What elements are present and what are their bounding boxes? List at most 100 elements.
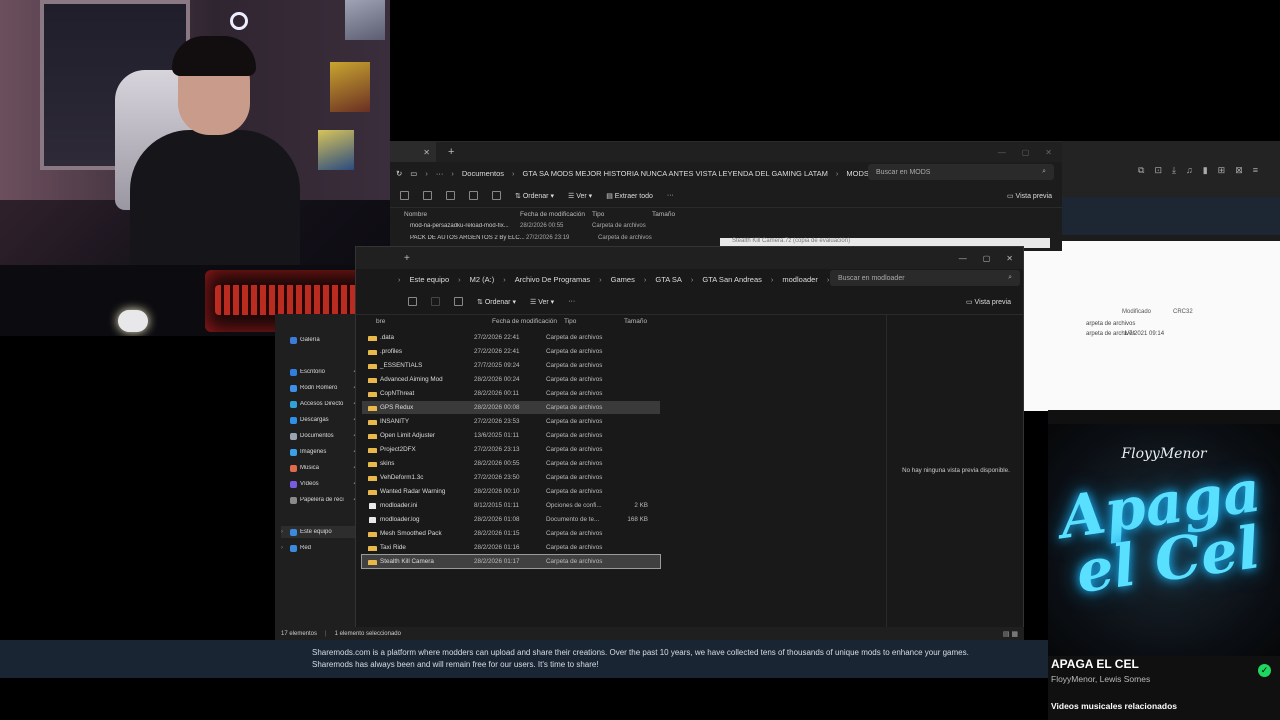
breadcrumb-item[interactable]: modloader [782,275,817,284]
search-input[interactable]: Buscar en MODS ⌕ [868,164,1054,180]
column-size[interactable]: Tamaño [652,211,675,218]
file-row[interactable]: CopNThreat 28/2/2026 00:11 Carpeta de arch… [362,387,660,400]
sort-button[interactable]: ⇅ Ordenar ▾ [515,192,554,200]
chevron-right-icon: › [643,274,647,284]
sidebar-item-network[interactable]: › Red [281,542,355,554]
sidebar-item-desktop[interactable]: Escritorio✦ [290,366,364,378]
breadcrumb-item[interactable]: Games [611,275,635,284]
refresh-icon[interactable]: ↻ [396,169,402,178]
file-row[interactable]: .data 27/2/2026 22:41 Carpeta de archivos [362,331,660,344]
column-type[interactable]: Tipo [592,211,652,218]
more-crumbs-icon[interactable]: ··· [436,169,444,178]
breadcrumb-item[interactable]: GTA SA MODS MEJOR HISTORIA NUNCA ANTES V… [523,169,828,178]
maximize-button[interactable]: ▢ [983,254,991,263]
file-row[interactable]: Project2DFX 27/2/2026 23:13 Carpeta de arc… [362,443,660,456]
view-toggle[interactable]: ▤ ▦ [1003,630,1024,638]
extension-icon[interactable]: ⧉ [1138,165,1144,176]
breadcrumb-item[interactable]: MODS [846,169,869,178]
preview-toggle[interactable]: ▭ Vista previa [1007,192,1062,200]
minimize-button[interactable]: — [998,148,1006,157]
file-row[interactable]: _ESSENTIALS 27/7/2025 09:24 Carpeta de arc… [362,359,660,372]
file-name: CopNThreat [380,390,415,397]
chevron-right-icon[interactable]: › [281,529,287,535]
new-tab-button[interactable]: + [448,146,454,158]
close-button[interactable]: ✕ [1006,254,1013,263]
download-icon[interactable]: ⤓ [1172,165,1176,176]
file-row[interactable]: Advanced Aiming Mod 28/2/2026 00:24 Carpet… [362,373,660,386]
column-date[interactable]: Fecha de modificación [492,318,564,325]
column-name[interactable]: bre [376,318,492,325]
sidebar-item-label: Música [300,465,320,471]
breadcrumb-item[interactable]: M2 (A:) [470,275,495,284]
delete-icon[interactable] [492,191,501,200]
sidebar-item-downloads[interactable]: Descargas✦ [290,414,364,426]
share-icon[interactable] [469,191,478,200]
sidebar-item-gallery[interactable]: Galería [290,334,364,346]
sidebar-item-quick-access[interactable]: Accesos Directo✦ [290,398,364,410]
file-row[interactable]: GPS Redux 28/2/2026 00:08 Carpeta de archi… [362,401,660,414]
delete-icon[interactable] [454,297,463,306]
column-modified[interactable]: Modificado [1122,309,1151,315]
file-row[interactable]: VehDeform1.3c 27/2/2026 23:50 Carpeta de a… [362,471,660,484]
preview-toggle[interactable]: ▭ Vista previa [966,298,1023,306]
sidebar-item-documents[interactable]: Documentos✦ [290,430,364,442]
more-options-icon[interactable]: ··· [667,192,674,199]
extension-icon[interactable]: ⊞ [1218,165,1226,176]
sidebar-item-music[interactable]: Música✦ [290,462,364,474]
file-row[interactable]: Stealth Kill Camera 28/2/2026 01:17 Carpet… [361,554,661,569]
song-artists[interactable]: FloyyMenor, Lewis Somes [1051,674,1150,684]
extension-icon[interactable]: ⊠ [1235,165,1243,176]
file-row[interactable]: modloader.ini 8/12/2015 01:11 Opciones de … [362,499,660,512]
sidebar-icon[interactable]: ▮ [1203,165,1208,176]
breadcrumb-item[interactable]: Documentos [462,169,504,178]
breadcrumb-item[interactable]: Este equipo [410,275,450,284]
breadcrumb-item[interactable]: Archivo De Programas [515,275,590,284]
column-size[interactable]: Tamaño [624,318,647,325]
music-icon[interactable]: ♫ [1186,165,1193,176]
close-button[interactable]: ✕ [1045,148,1052,157]
maximize-button[interactable]: ▢ [1022,148,1030,157]
file-row[interactable]: Taxi Ride 28/2/2026 01:16 Carpeta de archi… [362,541,660,554]
new-icon[interactable] [400,191,409,200]
menu-icon[interactable]: ≡ [1253,165,1258,176]
song-title[interactable]: APAGA EL CEL [1051,657,1139,671]
new-tab-button[interactable]: + [404,253,410,264]
breadcrumb-item[interactable]: GTA SA [655,275,682,284]
file-row[interactable]: mod-na-persazadku-reload-mod-fix... 28/2… [390,220,1062,231]
column-crc[interactable]: CRC32 [1173,309,1193,315]
file-row[interactable]: INSANITY 27/2/2026 23:53 Carpeta de archiv… [362,415,660,428]
sidebar-item-recycle-bin[interactable]: Papelera de reci✦ [290,494,364,506]
sort-button[interactable]: ⇅ Ordenar ▾ [477,298,516,306]
check-icon[interactable]: ✓ [1258,664,1271,677]
file-row[interactable]: Mesh Smoothed Pack 28/2/2026 01:15 Carpeta… [362,527,660,540]
column-type[interactable]: Tipo [564,318,624,325]
file-row[interactable]: Wanted Radar Warning 28/2/2026 00:10 Carpe… [362,485,660,498]
extension-icon[interactable]: ⊡ [1154,165,1162,176]
tab-close[interactable]: ✕ [390,142,436,162]
file-row[interactable]: .profiles 27/2/2026 22:41 Carpeta de archi… [362,345,660,358]
view-button[interactable]: ☰ Ver ▾ [568,192,592,200]
sidebar-item-user[interactable]: Rodri Romero✦ [290,382,364,394]
sidebar-item-videos[interactable]: Vídeos✦ [290,478,364,490]
file-row[interactable]: Open Limit Adjuster 13/6/2025 01:11 Carpet… [362,429,660,442]
file-row[interactable]: modloader.log 28/2/2026 01:08 Documento de… [362,513,660,526]
album-cover[interactable]: FloyyMenor Apaga el Cel [1048,424,1280,656]
more-options-icon[interactable]: ··· [568,298,575,305]
search-input[interactable]: Buscar en modloader ⌕ [830,270,1020,286]
sidebar-item-pictures[interactable]: Imágenes✦ [290,446,364,458]
minimize-button[interactable]: — [959,254,967,263]
paste-icon[interactable] [431,297,440,306]
chevron-right-icon[interactable]: › [281,545,287,551]
copy-icon[interactable] [446,191,455,200]
column-name[interactable]: Nombre [404,211,520,218]
streamer-body [130,130,300,270]
extract-all-button[interactable]: ▤ Extraer todo [606,192,653,200]
column-date[interactable]: Fecha de modificación [520,211,592,218]
sidebar-item-this-pc[interactable]: › Este equipo [281,526,355,538]
file-row[interactable]: skins 28/2/2026 00:55 Carpeta de archivos [362,457,660,470]
copy-icon[interactable] [408,297,417,306]
archive-row[interactable]: arpeta de archivos [1086,321,1135,327]
view-button[interactable]: ☰ Ver ▾ [530,298,554,306]
breadcrumb-item[interactable]: GTA San Andreas [702,275,761,284]
cut-icon[interactable] [423,191,432,200]
